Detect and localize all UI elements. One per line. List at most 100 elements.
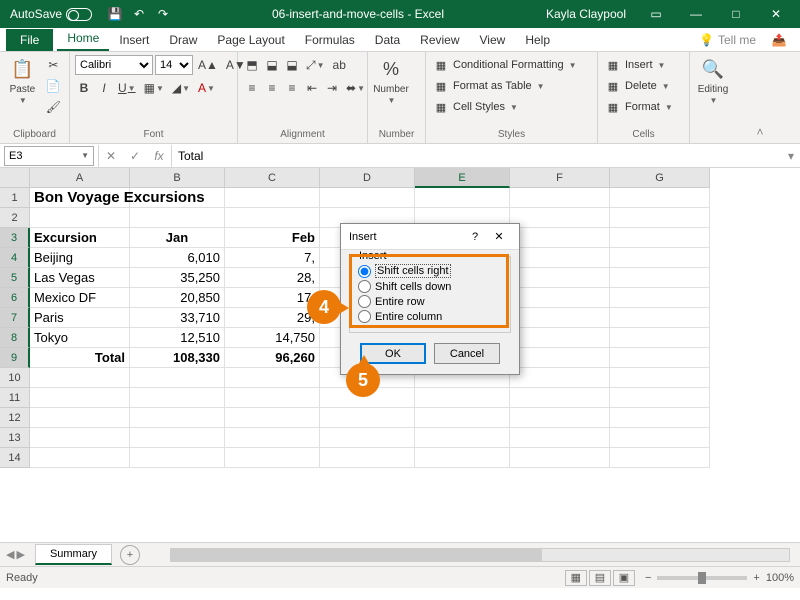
help-icon[interactable]: ? — [463, 231, 487, 243]
undo-icon[interactable]: ↶ — [130, 5, 148, 23]
next-sheet-icon[interactable]: ▶ — [16, 548, 24, 561]
sheet-nav[interactable]: ◀▶ — [0, 548, 31, 561]
cell[interactable] — [610, 268, 710, 288]
cell[interactable] — [610, 388, 710, 408]
row-header[interactable]: 14 — [0, 448, 30, 468]
cell[interactable] — [610, 428, 710, 448]
toggle-off-icon[interactable] — [66, 8, 92, 21]
radio-entire-row[interactable]: Entire row — [358, 294, 502, 309]
tell-me-search[interactable]: 💡 Tell me — [691, 29, 764, 51]
tab-data[interactable]: Data — [365, 29, 410, 51]
col-header-E[interactable]: E — [415, 168, 510, 188]
tab-insert[interactable]: Insert — [109, 29, 159, 51]
ribbon-options-icon[interactable]: ▭ — [636, 0, 676, 28]
cell[interactable]: 29, — [225, 308, 320, 328]
cell[interactable] — [30, 408, 130, 428]
radio-input[interactable] — [358, 310, 371, 323]
font-name-combo[interactable]: Calibri — [75, 55, 153, 75]
cell[interactable] — [30, 448, 130, 468]
align-right-icon[interactable]: ≡ — [283, 78, 301, 98]
cell[interactable]: Las Vegas — [30, 268, 130, 288]
copy-icon[interactable]: 📄 — [43, 76, 64, 96]
normal-view-icon[interactable]: ▦ — [565, 570, 587, 586]
row-header[interactable]: 10 — [0, 368, 30, 388]
cell[interactable]: Jan — [130, 228, 225, 248]
align-center-icon[interactable]: ≡ — [263, 78, 281, 98]
chevron-down-icon[interactable]: ▼ — [81, 151, 89, 160]
tab-formulas[interactable]: Formulas — [295, 29, 365, 51]
cell[interactable]: Mexico DF — [30, 288, 130, 308]
align-left-icon[interactable]: ≡ — [243, 78, 261, 98]
bold-button[interactable]: B — [75, 78, 93, 98]
cell[interactable] — [510, 388, 610, 408]
cell[interactable]: Tokyo — [30, 328, 130, 348]
border-button[interactable]: ▦▼ — [141, 78, 167, 98]
cell[interactable] — [510, 268, 610, 288]
cell-styles-button[interactable]: ▦Cell Styles▼ — [431, 97, 579, 117]
formula-input[interactable]: Total — [172, 149, 782, 163]
cell[interactable] — [510, 308, 610, 328]
zoom-level[interactable]: 100% — [766, 572, 794, 584]
autosave-toggle[interactable]: AutoSave — [4, 7, 98, 21]
zoom-slider[interactable] — [657, 576, 747, 580]
enter-formula-icon[interactable]: ✓ — [123, 145, 147, 167]
user-name[interactable]: Kayla Claypool — [536, 7, 636, 21]
delete-cells-button[interactable]: ▦Delete▼ — [603, 76, 675, 96]
fx-icon[interactable]: fx — [147, 145, 171, 167]
indent-left-icon[interactable]: ⇤ — [303, 78, 321, 98]
cell[interactable] — [415, 448, 510, 468]
insert-cells-button[interactable]: ▦Insert▼ — [603, 55, 675, 75]
cell[interactable] — [130, 188, 225, 208]
cell[interactable] — [225, 388, 320, 408]
row-header[interactable]: 13 — [0, 428, 30, 448]
save-icon[interactable]: 💾 — [106, 5, 124, 23]
align-bottom-icon[interactable]: ⬓ — [283, 55, 301, 75]
paste-button[interactable]: 📋 Paste ▼ — [5, 55, 40, 105]
cell[interactable]: 17, — [225, 288, 320, 308]
cell[interactable] — [510, 368, 610, 388]
row-header[interactable]: 9 — [0, 348, 30, 368]
wrap-text-icon[interactable]: ab — [330, 55, 349, 75]
cell[interactable] — [610, 228, 710, 248]
scroll-thumb[interactable] — [171, 549, 542, 561]
cell[interactable] — [510, 408, 610, 428]
number-format-button[interactable]: % Number ▼ — [373, 55, 409, 105]
cell[interactable] — [30, 368, 130, 388]
cell[interactable] — [610, 248, 710, 268]
cell[interactable] — [415, 188, 510, 208]
cell[interactable] — [225, 208, 320, 228]
cell[interactable]: 96,260 — [225, 348, 320, 368]
select-all-corner[interactable] — [0, 168, 30, 188]
cell[interactable] — [610, 368, 710, 388]
cell[interactable] — [510, 228, 610, 248]
cell[interactable] — [30, 208, 130, 228]
tab-review[interactable]: Review — [410, 29, 469, 51]
prev-sheet-icon[interactable]: ◀ — [6, 548, 14, 561]
align-middle-icon[interactable]: ⬓ — [263, 55, 281, 75]
col-header-F[interactable]: F — [510, 168, 610, 188]
cell[interactable] — [225, 368, 320, 388]
cell[interactable]: 35,250 — [130, 268, 225, 288]
cell[interactable] — [510, 348, 610, 368]
name-box[interactable]: E3 ▼ — [4, 146, 94, 166]
radio-shift-right[interactable]: Shift cells right — [358, 263, 502, 279]
radio-input[interactable] — [358, 280, 371, 293]
conditional-formatting-button[interactable]: ▦Conditional Formatting▼ — [431, 55, 579, 75]
cell[interactable] — [225, 188, 320, 208]
row-header[interactable]: 4 — [0, 248, 30, 268]
tab-view[interactable]: View — [470, 29, 516, 51]
cell[interactable] — [130, 448, 225, 468]
cell[interactable] — [610, 348, 710, 368]
font-size-combo[interactable]: 14 — [155, 55, 193, 75]
editing-button[interactable]: 🔍 Editing ▼ — [695, 55, 731, 105]
merge-icon[interactable]: ⬌▼ — [343, 78, 368, 98]
cancel-formula-icon[interactable]: ✕ — [99, 145, 123, 167]
tab-file[interactable]: File — [6, 29, 53, 51]
cell[interactable]: Bon Voyage Excursions — [30, 188, 130, 208]
tab-help[interactable]: Help — [515, 29, 560, 51]
horizontal-scrollbar[interactable] — [170, 548, 790, 562]
cell[interactable] — [225, 448, 320, 468]
cell[interactable] — [320, 408, 415, 428]
cell[interactable] — [610, 308, 710, 328]
radio-input[interactable] — [358, 265, 371, 278]
